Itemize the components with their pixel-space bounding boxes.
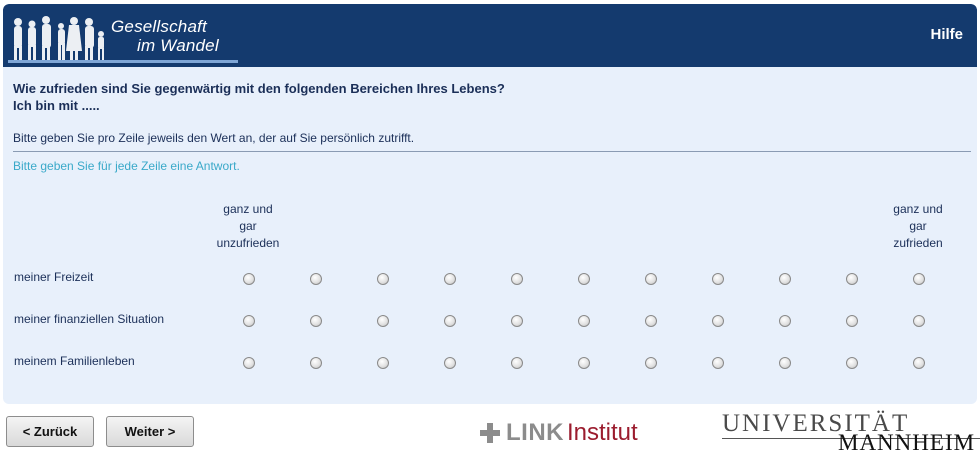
rating-radio[interactable]	[243, 315, 255, 327]
answer-required-warning: Bitte geben Sie für jede Zeile eine Antw…	[13, 159, 240, 173]
scale-left-line3: unzufrieden	[216, 236, 280, 250]
question-title: Wie zufrieden sind Sie gegenwärtig mit d…	[13, 80, 505, 114]
survey-header: Gesellschaft im Wandel Hilfe	[3, 4, 977, 67]
rating-radio[interactable]	[846, 315, 858, 327]
rating-radio[interactable]	[712, 273, 724, 285]
rating-radio[interactable]	[444, 357, 456, 369]
divider	[13, 151, 971, 152]
scale-label-right: ganz und gar zufrieden	[878, 201, 958, 252]
rating-radio[interactable]	[846, 357, 858, 369]
rating-radio[interactable]	[243, 273, 255, 285]
rating-radio[interactable]	[578, 273, 590, 285]
rating-radio[interactable]	[377, 315, 389, 327]
rating-radio[interactable]	[310, 273, 322, 285]
rating-radio[interactable]	[310, 315, 322, 327]
uni-logo-line2: MANNHEIM	[838, 430, 976, 454]
link-logo-institut: Institut	[567, 419, 638, 446]
logo-title: Gesellschaft im Wandel	[111, 17, 219, 55]
scale-left-line1: ganz und	[223, 202, 273, 216]
help-link[interactable]: Hilfe	[930, 26, 963, 43]
link-logo-word: LINK	[506, 419, 564, 446]
rating-radio[interactable]	[645, 357, 657, 369]
rating-radio[interactable]	[310, 357, 322, 369]
rating-radio[interactable]	[645, 273, 657, 285]
back-button[interactable]: < Zurück	[6, 416, 94, 447]
scale-left-line2: gar	[239, 219, 257, 233]
rating-radio[interactable]	[511, 357, 523, 369]
rating-radio[interactable]	[444, 315, 456, 327]
rating-radio[interactable]	[377, 273, 389, 285]
logo-title-line1: Gesellschaft	[111, 17, 207, 36]
rating-radio[interactable]	[578, 315, 590, 327]
rating-radio[interactable]	[243, 357, 255, 369]
row-label: meiner finanziellen Situation	[14, 312, 165, 326]
rating-radio[interactable]	[913, 315, 925, 327]
question-title-line2: Ich bin mit .....	[13, 98, 100, 113]
rating-radio[interactable]	[846, 273, 858, 285]
row-label: meiner Freizeit	[14, 270, 94, 284]
next-button[interactable]: Weiter >	[106, 416, 194, 447]
rating-radio[interactable]	[779, 315, 791, 327]
scale-right-line3: zufrieden	[893, 236, 943, 250]
rating-radio[interactable]	[645, 315, 657, 327]
survey-panel: Gesellschaft im Wandel Hilfe Wie zufried…	[3, 4, 977, 404]
rating-radio[interactable]	[779, 273, 791, 285]
rating-radio[interactable]	[712, 315, 724, 327]
logo-title-line2: im Wandel	[137, 36, 219, 55]
scale-right-line2: gar	[909, 219, 927, 233]
rating-radio[interactable]	[913, 273, 925, 285]
question-title-line1: Wie zufrieden sind Sie gegenwärtig mit d…	[13, 81, 505, 96]
link-institut-logo: LINK Institut	[480, 419, 638, 446]
rating-radio[interactable]	[377, 357, 389, 369]
link-cross-icon	[480, 423, 500, 443]
rating-radio[interactable]	[511, 315, 523, 327]
row-label: meinem Familienleben	[14, 354, 135, 368]
university-mannheim-logo: UNIVERSITÄT MANNHEIM	[722, 410, 980, 454]
scale-label-left: ganz und gar unzufrieden	[208, 201, 288, 252]
rating-radio[interactable]	[578, 357, 590, 369]
rating-radio[interactable]	[913, 357, 925, 369]
question-instruction: Bitte geben Sie pro Zeile jeweils den We…	[13, 131, 415, 145]
rating-radio[interactable]	[712, 357, 724, 369]
scale-right-line1: ganz und	[893, 202, 943, 216]
rating-radio[interactable]	[444, 273, 456, 285]
rating-radio[interactable]	[779, 357, 791, 369]
rating-radio[interactable]	[511, 273, 523, 285]
